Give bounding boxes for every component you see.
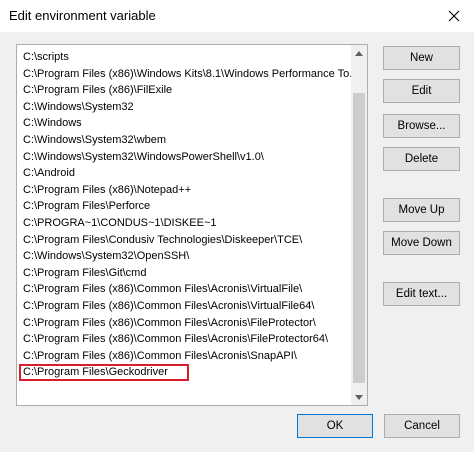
scroll-thumb[interactable] [353,93,365,383]
ok-button[interactable]: OK [297,414,373,438]
path-list-items: C:\scripts C:\Program Files (x86)\Windows… [17,49,353,381]
scroll-down-arrow-icon [355,394,363,400]
path-list-item[interactable]: C:\Program Files (x86)\Windows Kits\8.1\… [17,66,353,83]
close-icon [448,10,460,22]
title-bar[interactable]: Edit environment variable [0,0,474,32]
window-title: Edit environment variable [9,8,156,23]
path-list-item[interactable]: C:\Program Files (x86)\Notepad++ [17,182,353,199]
scroll-up-button[interactable] [351,45,367,61]
path-list-item[interactable]: C:\scripts [17,49,353,66]
path-list-item[interactable]: C:\Program Files (x86)\Common Files\Acro… [17,331,353,348]
path-list[interactable]: C:\scripts C:\Program Files (x86)\Windows… [16,44,368,406]
path-list-item[interactable]: C:\Program Files (x86)\FilExile [17,82,353,99]
edit-text-button[interactable]: Edit text... [383,282,460,306]
new-button[interactable]: New [383,46,460,70]
path-list-item[interactable]: C:\Program Files (x86)\Common Files\Acro… [17,298,353,315]
path-list-item[interactable]: C:\Program Files\Condusiv Technologies\D… [17,232,353,249]
path-list-item-selected[interactable]: C:\Program Files\Geckodriver [19,364,189,381]
path-list-item[interactable]: C:\Program Files (x86)\Common Files\Acro… [17,348,353,365]
path-list-item[interactable]: C:\Program Files\Perforce [17,198,353,215]
delete-button[interactable]: Delete [383,147,460,171]
close-button[interactable] [434,0,474,32]
path-list-item[interactable]: C:\Program Files (x86)\Common Files\Acro… [17,281,353,298]
edit-environment-variable-dialog: Edit environment variable C:\scripts C:\P… [0,0,474,452]
scroll-down-button[interactable] [351,389,367,405]
browse-button[interactable]: Browse... [383,114,460,138]
path-list-item[interactable]: C:\Android [17,165,353,182]
path-list-item[interactable]: C:\Windows\System32\OpenSSH\ [17,248,353,265]
dialog-content: C:\scripts C:\Program Files (x86)\Windows… [0,32,474,452]
vertical-scrollbar[interactable] [351,45,367,405]
path-list-item[interactable]: C:\Windows\System32 [17,99,353,116]
path-list-item[interactable]: C:\Windows [17,115,353,132]
edit-button[interactable]: Edit [383,79,460,103]
path-list-item[interactable]: C:\Program Files (x86)\Common Files\Acro… [17,315,353,332]
path-list-item[interactable]: C:\PROGRA~1\CONDUS~1\DISKEE~1 [17,215,353,232]
path-list-item[interactable]: C:\Program Files\Git\cmd [17,265,353,282]
scroll-up-arrow-icon [355,50,363,56]
move-down-button[interactable]: Move Down [383,231,460,255]
cancel-button[interactable]: Cancel [384,414,460,438]
move-up-button[interactable]: Move Up [383,198,460,222]
path-list-item[interactable]: C:\Windows\System32\wbem [17,132,353,149]
path-list-item[interactable]: C:\Windows\System32\WindowsPowerShell\v1… [17,149,353,166]
